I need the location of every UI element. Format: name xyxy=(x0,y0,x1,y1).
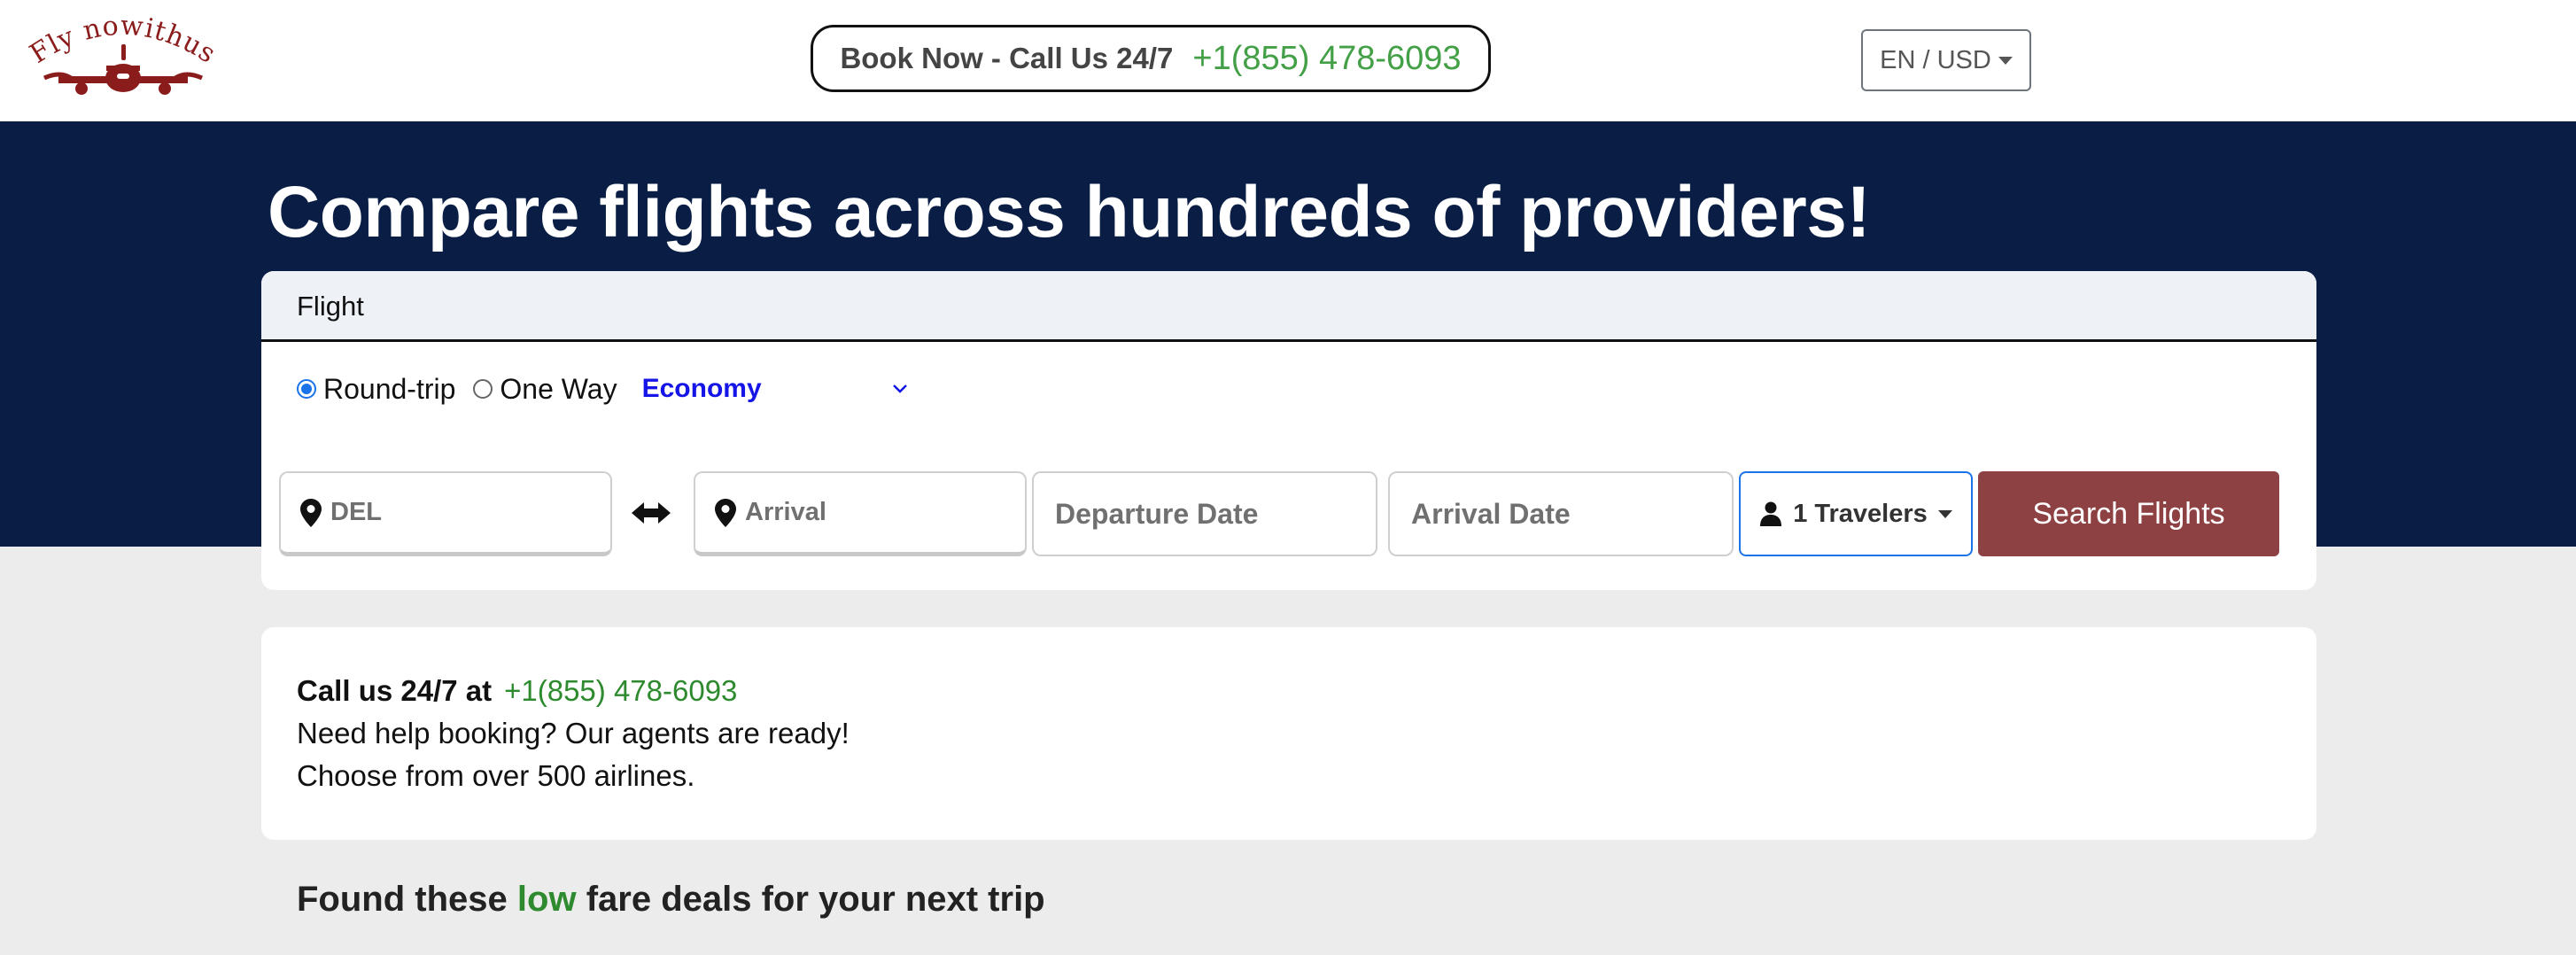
chevron-down-icon xyxy=(892,384,907,393)
destination-input[interactable]: Arrival xyxy=(694,471,1027,556)
cabin-class-select[interactable]: Economy xyxy=(642,374,908,404)
destination-placeholder: Arrival xyxy=(745,498,826,526)
origin-value: DEL xyxy=(330,498,382,526)
return-date-input[interactable]: Arrival Date xyxy=(1388,471,1734,556)
travelers-label: 1 Travelers xyxy=(1793,499,1928,528)
deals-heading-prefix: Found these xyxy=(297,880,508,919)
origin-input[interactable]: DEL xyxy=(279,471,612,556)
caret-down-icon xyxy=(1998,56,2013,65)
help-text: Need help booking? Our agents are ready! xyxy=(297,717,850,749)
call-us-line: Call us 24/7 at +1(855) 478-6093 xyxy=(297,674,737,708)
location-pin-icon xyxy=(715,498,736,527)
return-date-placeholder: Arrival Date xyxy=(1411,497,1571,530)
tab-flight-label: Flight xyxy=(297,291,364,322)
deals-heading: Found these low fare deals for your next… xyxy=(297,880,1045,920)
deals-heading-suffix: fare deals for your next trip xyxy=(586,880,1045,919)
round-trip-label[interactable]: Round-trip xyxy=(323,373,455,406)
deals-heading-highlight: low xyxy=(516,880,577,919)
person-icon xyxy=(1760,501,1782,526)
info-phone-link[interactable]: +1(855) 478-6093 xyxy=(504,674,737,707)
location-pin-icon xyxy=(300,498,322,527)
book-now-label: Book Now - Call Us 24/7 xyxy=(840,42,1174,74)
cabin-class-value: Economy xyxy=(641,374,762,403)
airlines-text: Choose from over 500 airlines. xyxy=(297,759,695,792)
round-trip-radio[interactable] xyxy=(297,379,316,399)
airplane-logo-icon: Fly nowithus xyxy=(25,10,221,95)
travelers-dropdown[interactable]: 1 Travelers xyxy=(1739,471,1973,556)
contact-info-card: Call us 24/7 at +1(855) 478-6093 Need hel… xyxy=(261,627,2316,840)
call-us-label: Call us 24/7 at xyxy=(297,674,493,707)
departure-date-input[interactable]: Departure Date xyxy=(1032,471,1377,556)
hero-title: Compare flights across hundreds of provi… xyxy=(268,172,1871,252)
tab-flight[interactable]: Flight xyxy=(261,271,2316,342)
locale-currency-dropdown[interactable]: EN / USD xyxy=(1861,29,2031,91)
search-flights-button[interactable]: Search Flights xyxy=(1978,471,2279,556)
header-phone-link[interactable]: +1(855) 478-6093 xyxy=(1192,40,1461,78)
departure-date-placeholder: Departure Date xyxy=(1055,497,1259,530)
locale-label: EN / USD xyxy=(1880,45,1991,74)
one-way-label[interactable]: One Way xyxy=(500,373,617,406)
brand-logo[interactable]: Fly nowithus xyxy=(25,10,221,101)
trip-type-row: Round-trip One Way Economy xyxy=(297,367,908,411)
book-now-banner[interactable]: Book Now - Call Us 24/7 +1(855) 478-6093 xyxy=(811,25,1491,92)
caret-down-icon xyxy=(1937,509,1952,518)
one-way-radio[interactable] xyxy=(473,379,493,399)
svg-text:Fly nowithus: Fly nowithus xyxy=(25,12,220,70)
flight-search-card: Flight Round-trip One Way Economy DEL Ar… xyxy=(261,271,2316,590)
site-header: Fly nowithus Book Now - Call Us 24/7 +1(… xyxy=(0,0,2576,121)
swap-arrows-icon[interactable] xyxy=(632,500,671,526)
